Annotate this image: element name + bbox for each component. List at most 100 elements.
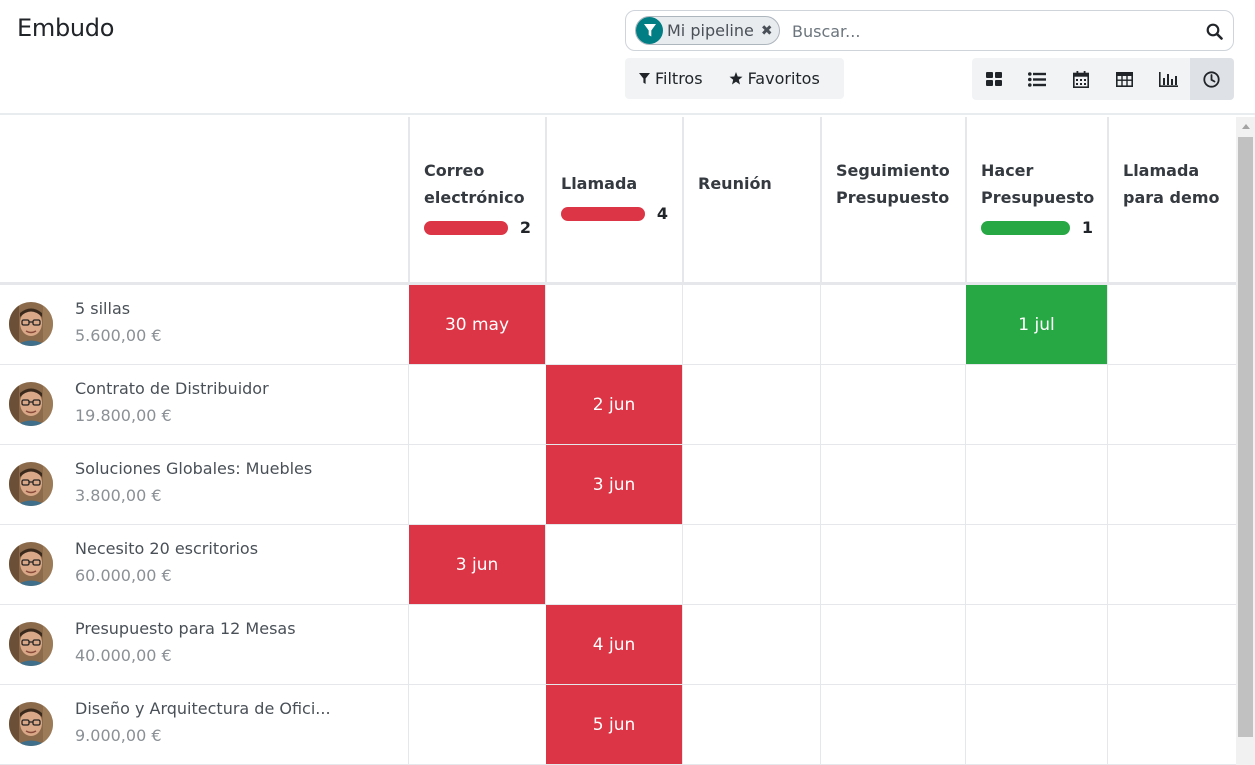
search-facet[interactable]: Mi pipeline ✖ [635,16,780,45]
activity-row: Soluciones Globales: Muebles 3.800,00 € 3 … [0,445,1236,525]
control-panel: Embudo Mi pipeline ✖ Filtros Favoritos [0,0,1255,115]
activity-cell[interactable]: 1 jul [965,285,1107,364]
record-header[interactable]: Presupuesto para 12 Mesas 40.000,00 € [0,605,408,684]
avatar[interactable] [9,462,53,506]
column-progress: 4 [561,204,668,223]
activity-row: Necesito 20 escritorios 60.000,00 € 3 jun [0,525,1236,605]
empty-cell[interactable] [820,365,965,444]
favorites-button[interactable]: Favoritos [717,58,834,99]
filters-label: Filtros [655,69,703,88]
avatar[interactable] [9,382,53,426]
column-header[interactable]: Hacer Presupuesto 1 [965,117,1107,285]
column-title: Reunión [698,174,772,193]
avatar[interactable] [9,702,53,746]
record-title: Presupuesto para 12 Mesas [75,619,296,638]
record-amount: 60.000,00 € [75,566,172,585]
activity-grid: Correo electrónico 2 Llamada 4 Reunión Seguim… [0,117,1236,765]
empty-cell[interactable] [682,285,820,364]
record-header[interactable]: Contrato de Distribuidor 19.800,00 € [0,365,408,444]
empty-cell[interactable] [1107,605,1236,684]
activity-cell[interactable]: 3 jun [545,445,682,524]
empty-cell[interactable] [682,525,820,604]
empty-cell[interactable] [965,685,1107,764]
close-icon[interactable]: ✖ [761,23,773,39]
empty-cell[interactable] [820,605,965,684]
empty-cell[interactable] [1107,365,1236,444]
empty-cell[interactable] [682,365,820,444]
empty-cell[interactable] [1107,685,1236,764]
activity-row: Diseño y Arquitectura de Ofici... 9.000,0… [0,685,1236,765]
page-title: Embudo [17,14,115,42]
column-header[interactable]: Correo electrónico 2 [408,117,545,285]
empty-cell[interactable] [545,285,682,364]
empty-cell[interactable] [965,525,1107,604]
avatar[interactable] [9,542,53,586]
empty-cell[interactable] [820,685,965,764]
empty-cell[interactable] [1107,525,1236,604]
record-header[interactable]: 5 sillas 5.600,00 € [0,285,408,364]
avatar[interactable] [9,622,53,666]
empty-cell[interactable] [682,685,820,764]
record-title: 5 sillas [75,299,131,318]
empty-cell[interactable] [965,605,1107,684]
record-title: Necesito 20 escritorios [75,539,259,558]
activity-view-button[interactable] [1189,58,1234,100]
column-title: Correo electrónico [424,161,525,207]
column-progress: 2 [424,218,531,237]
activity-date: 2 jun [592,394,636,415]
progress-bar[interactable] [561,206,645,221]
empty-cell[interactable] [965,445,1107,524]
record-header[interactable]: Soluciones Globales: Muebles 3.800,00 € [0,445,408,524]
list-icon [1028,71,1047,87]
empty-cell[interactable] [682,605,820,684]
empty-cell[interactable] [408,605,545,684]
activity-cell[interactable]: 4 jun [545,605,682,684]
empty-cell[interactable] [965,365,1107,444]
empty-cell[interactable] [1107,445,1236,524]
column-count: 4 [656,204,668,223]
activity-cell[interactable]: 2 jun [545,365,682,444]
empty-cell[interactable] [820,525,965,604]
record-amount: 3.800,00 € [75,486,162,505]
column-progress: 1 [981,218,1093,237]
empty-cell[interactable] [408,445,545,524]
column-title: Llamada [561,174,638,193]
activity-date: 1 jul [1018,314,1055,335]
avatar[interactable] [9,302,53,346]
empty-cell[interactable] [545,525,682,604]
empty-cell[interactable] [820,445,965,524]
activity-cell[interactable]: 30 may [408,285,545,364]
progress-bar[interactable] [981,220,1070,235]
progress-bar[interactable] [424,220,508,235]
column-header[interactable]: Seguimiento Presupuesto [820,117,965,285]
record-header[interactable]: Diseño y Arquitectura de Ofici... 9.000,0… [0,685,408,764]
search-icon[interactable] [1203,20,1225,42]
empty-cell[interactable] [408,685,545,764]
vertical-scrollbar[interactable] [1236,117,1255,765]
pivot-view-button[interactable] [1103,58,1147,100]
column-header[interactable]: Llamada para demo [1107,117,1236,285]
activity-cell[interactable]: 5 jun [545,685,682,764]
activity-date: 3 jun [455,554,499,575]
activity-date: 4 jun [592,634,636,655]
calendar-view-button[interactable] [1059,58,1103,100]
empty-cell[interactable] [820,285,965,364]
filters-button[interactable]: Filtros [625,58,717,99]
empty-cell[interactable] [408,365,545,444]
empty-cell[interactable] [1107,285,1236,364]
column-header[interactable]: Llamada 4 [545,117,682,285]
kanban-view-button[interactable] [972,58,1016,100]
filter-toolbar: Filtros Favoritos [625,58,844,99]
column-header[interactable]: Reunión [682,117,820,285]
scroll-up-arrow-icon[interactable] [1236,117,1255,136]
graph-view-button[interactable] [1146,58,1190,100]
list-view-button[interactable] [1016,58,1060,100]
record-header[interactable]: Necesito 20 escritorios 60.000,00 € [0,525,408,604]
column-title: Llamada para demo [1123,161,1220,207]
scrollbar-thumb[interactable] [1238,137,1253,737]
empty-cell[interactable] [682,445,820,524]
search-input[interactable] [790,19,1190,43]
activity-cell[interactable]: 3 jun [408,525,545,604]
filter-icon [636,17,663,44]
column-title: Seguimiento Presupuesto [836,161,950,207]
